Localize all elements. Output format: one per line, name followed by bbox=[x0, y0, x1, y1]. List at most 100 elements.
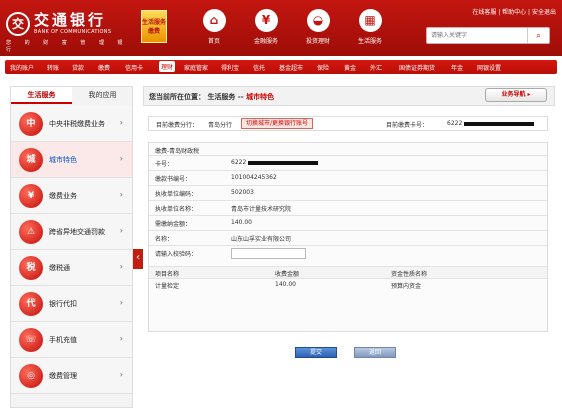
payment-icon: ¥ bbox=[19, 184, 43, 208]
branch-value: 青岛分行 bbox=[208, 122, 233, 129]
form-title: 缴费-青岛财政税 bbox=[155, 148, 200, 155]
life-service-icon: ▦ bbox=[358, 9, 382, 32]
fee-header-item-name: 项目名称 bbox=[155, 271, 180, 278]
captcha-input[interactable] bbox=[231, 248, 306, 259]
form-label: 请输入校验码： bbox=[155, 251, 198, 258]
submit-button[interactable]: 提交 bbox=[295, 347, 337, 358]
form-row-amount: 需缴纳金额： 140.00 bbox=[149, 215, 547, 230]
back-button[interactable]: 返回 bbox=[354, 347, 396, 358]
sidebar-item-label: 缴费业务 bbox=[49, 192, 77, 200]
main-content: 您当前所在位置： 生活服务 -- 城市特色 业务导航 ▸ 目前缴费分行： 青岛分… bbox=[143, 86, 555, 408]
chevron-right-icon: › bbox=[119, 334, 123, 343]
chevron-right-icon: › bbox=[119, 190, 123, 199]
fee-item-name: 计量检定 bbox=[155, 283, 180, 290]
form-value: 6222 bbox=[231, 159, 319, 166]
sidebar-item-label: 缴费管理 bbox=[49, 372, 77, 380]
form-label: 需缴纳金额： bbox=[155, 221, 192, 228]
sidebar-item-payment-business[interactable]: ¥ 缴费业务 › bbox=[11, 178, 132, 214]
payment-form: 缴费-青岛财政税 卡号： 6222 缴款书编号： 101004245362 执收单位… bbox=[148, 142, 548, 332]
switch-city-account-button[interactable]: 切换城市/更换银行账号 bbox=[241, 118, 314, 129]
nav-investment-label: 投资理财 bbox=[305, 38, 330, 45]
subnav-loan[interactable]: 贷款 bbox=[72, 63, 84, 72]
home-icon: ⌂ bbox=[202, 9, 226, 32]
fee-table-header: 项目名称 收费金额 资金性质名称 bbox=[149, 266, 547, 278]
branch-selector-bar: 目前缴费分行： 青岛分行 切换城市/更换银行账号 目前缴费卡号： 6222 bbox=[148, 116, 548, 131]
nav-financial-services[interactable]: ¥ 金融服务 bbox=[236, 9, 296, 53]
bank-tagline: 您 的 财 富 管 理 银 行 bbox=[6, 40, 129, 53]
form-value: 101004245362 bbox=[231, 174, 277, 181]
breadcrumb-current: 城市特色 bbox=[246, 93, 275, 101]
chevron-right-icon: › bbox=[119, 262, 123, 271]
form-label: 执收单位编码： bbox=[155, 191, 198, 198]
breadcrumb-separator: -- bbox=[237, 93, 244, 101]
secondary-nav: 我的账户 转账 贷款 缴费 信用卡 理财 家庭管家 得利宝 信托 基金超市 保险… bbox=[5, 60, 557, 74]
sidebar-item-label: 城市特色 bbox=[49, 156, 77, 164]
sidebar-item-traffic-fines[interactable]: ⚠ 跨省异地交通罚款 › bbox=[11, 214, 132, 250]
search-button[interactable]: ⌕ bbox=[527, 28, 549, 43]
top-header: 交 交通银行 BANK OF COMMUNICATIONS 您 的 财 富 管 … bbox=[0, 0, 562, 56]
subnav-annuity[interactable]: 年金 bbox=[451, 63, 463, 72]
nav-life-service[interactable]: ▦ 生活服务 bbox=[340, 9, 400, 53]
subnav-trust[interactable]: 信托 bbox=[253, 63, 265, 72]
form-value: 山东山孚实业有限公司 bbox=[231, 236, 292, 243]
subnav-bonds-securities[interactable]: 国债证券期货 bbox=[399, 63, 435, 72]
sidebar-item-city-features[interactable]: 城城市特色 › bbox=[11, 142, 132, 178]
card-prefix: 6222 bbox=[447, 120, 463, 127]
sidebar-item-bank-debit[interactable]: 代银行代扣 › bbox=[11, 286, 132, 322]
fee-header-fund-type: 资金性质名称 bbox=[391, 271, 428, 278]
subnav-delibao[interactable]: 得利宝 bbox=[221, 63, 239, 72]
sidebar-item-tax-payment[interactable]: 税缴税通 › bbox=[11, 250, 132, 286]
form-value: 140.00 bbox=[231, 219, 252, 226]
nav-financial-label: 金融服务 bbox=[253, 38, 278, 45]
masked-card-number bbox=[464, 121, 535, 126]
chevron-right-icon: › bbox=[119, 154, 123, 163]
traffic-icon: ⚠ bbox=[19, 220, 43, 244]
breadcrumb: 您当前所在位置： 生活服务 -- 城市特色 bbox=[149, 92, 274, 102]
tab-life-service[interactable]: 生活服务 bbox=[11, 87, 72, 104]
form-label: 缴款书编号： bbox=[155, 176, 192, 183]
form-label: 名称： bbox=[155, 236, 174, 243]
form-row-card-number: 卡号： 6222 bbox=[149, 155, 547, 170]
chevron-right-icon: › bbox=[119, 298, 123, 307]
subnav-my-account[interactable]: 我的账户 bbox=[10, 63, 34, 72]
top-links[interactable]: 在线客服 | 帮助中心 | 安全退出 bbox=[472, 7, 556, 16]
search-icon: ⌕ bbox=[536, 31, 541, 40]
tab-my-apps[interactable]: 我的应用 bbox=[72, 87, 133, 104]
subnav-foreign-exchange[interactable]: 外汇 bbox=[370, 63, 382, 72]
form-row-unit-name: 执收单位名称： 青岛市计量技术研究院 bbox=[149, 200, 547, 215]
sidebar-item-phone-topup[interactable]: ☏ 手机充值 › bbox=[11, 322, 132, 358]
fee-amount: 140.00 bbox=[275, 281, 296, 288]
subnav-wealth[interactable]: 理财 bbox=[159, 61, 176, 72]
sidebar-collapse-handle[interactable]: ‹ bbox=[133, 249, 143, 269]
bank-logo[interactable]: 交 交通银行 BANK OF COMMUNICATIONS 您 的 财 富 管 … bbox=[6, 9, 136, 53]
fee-fund-type: 预算内资金 bbox=[391, 283, 422, 290]
form-label: 卡号： bbox=[155, 161, 174, 168]
breadcrumb-prefix: 您当前所在位置： bbox=[149, 93, 205, 101]
sidebar-item-label: 中央非税缴费业务 bbox=[49, 120, 105, 128]
card-number-prefix: 6222 bbox=[231, 159, 247, 166]
sidebar-item-label: 银行代扣 bbox=[49, 300, 77, 308]
bank-debit-icon: 代 bbox=[19, 292, 43, 316]
tax-icon: 税 bbox=[19, 256, 43, 280]
investment-icon: ◒ bbox=[306, 9, 330, 32]
subnav-insurance[interactable]: 保险 bbox=[317, 63, 329, 72]
subnav-settings[interactable]: 网银设置 bbox=[477, 63, 501, 72]
masked-card-number bbox=[248, 160, 319, 165]
sidebar-item-payment-management[interactable]: ◎ 缴费管理 › bbox=[11, 358, 132, 394]
nav-home[interactable]: ⌂ 首页 bbox=[184, 9, 244, 53]
subnav-transfer[interactable]: 转账 bbox=[47, 63, 59, 72]
form-value: 青岛市计量技术研究院 bbox=[231, 206, 292, 213]
business-guide-button[interactable]: 业务导航 ▸ bbox=[485, 88, 547, 102]
breadcrumb-parent[interactable]: 生活服务 bbox=[207, 93, 235, 101]
subnav-gold[interactable]: 黄金 bbox=[344, 63, 356, 72]
nav-investment[interactable]: ◒ 投资理财 bbox=[288, 9, 348, 53]
subnav-fund-market[interactable]: 基金超市 bbox=[279, 63, 303, 72]
city-icon: 城 bbox=[19, 148, 43, 172]
subnav-family-steward[interactable]: 家庭管家 bbox=[184, 63, 208, 72]
subnav-credit-card[interactable]: 信用卡 bbox=[125, 63, 143, 72]
sidebar-item-central-nontax[interactable]: 中中央非税缴费业务 › bbox=[11, 106, 132, 142]
bank-name-en: BANK OF COMMUNICATIONS bbox=[34, 29, 112, 35]
subnav-payment[interactable]: 缴费 bbox=[98, 63, 110, 72]
search-input[interactable] bbox=[428, 29, 526, 42]
promo-badge[interactable]: 生活服务缴费 bbox=[141, 10, 167, 43]
